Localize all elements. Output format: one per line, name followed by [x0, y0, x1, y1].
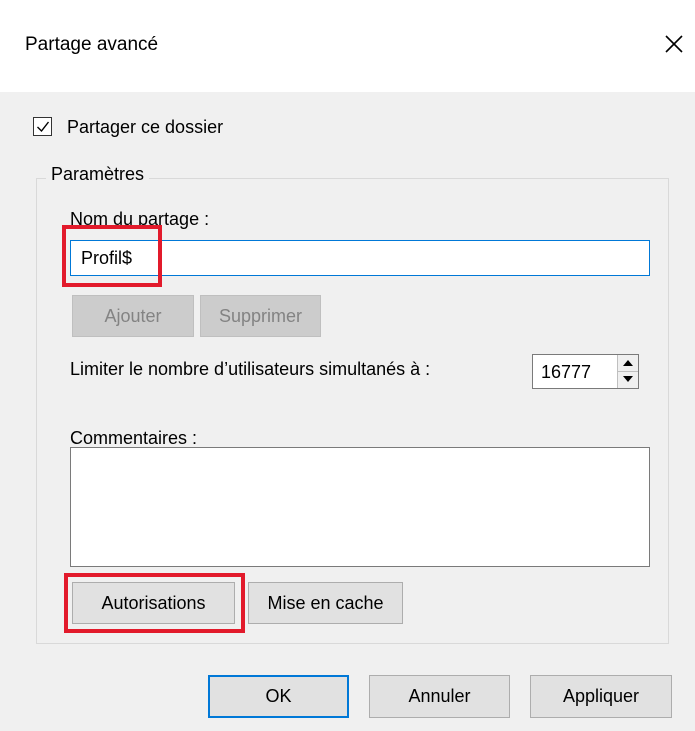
remove-button[interactable]: Supprimer — [200, 295, 321, 337]
cancel-button[interactable]: Annuler — [369, 675, 510, 718]
share-folder-checkbox[interactable] — [33, 117, 52, 136]
arrow-down-icon[interactable] — [618, 371, 638, 387]
apply-button[interactable]: Appliquer — [530, 675, 672, 718]
comments-label: Commentaires : — [70, 428, 198, 448]
share-name-value: Profil$ — [81, 248, 133, 268]
user-limit-label: Limiter le nombre d’utilisateurs simulta… — [70, 359, 431, 379]
user-limit-value[interactable]: 16777 — [541, 362, 615, 383]
settings-group-label: Paramètres — [46, 164, 150, 185]
share-name-input[interactable]: Profil$ — [70, 240, 650, 276]
user-limit-spinner[interactable]: 16777 — [532, 354, 639, 389]
dialog-title: Partage avancé — [25, 34, 159, 55]
comments-field[interactable] — [70, 447, 650, 567]
share-name-label: Nom du partage : — [70, 209, 210, 229]
ok-button[interactable]: OK — [208, 675, 349, 718]
add-button[interactable]: Ajouter — [72, 295, 194, 337]
arrow-up-icon[interactable] — [618, 355, 638, 372]
checkmark-icon — [37, 121, 50, 133]
caching-button[interactable]: Mise en cache — [248, 582, 403, 624]
title-bar: Partage avancé — [0, 0, 695, 92]
close-icon[interactable] — [660, 30, 688, 58]
spinner-buttons — [617, 355, 638, 388]
share-folder-label[interactable]: Partager ce dossier — [67, 117, 223, 138]
permissions-button[interactable]: Autorisations — [72, 582, 235, 624]
